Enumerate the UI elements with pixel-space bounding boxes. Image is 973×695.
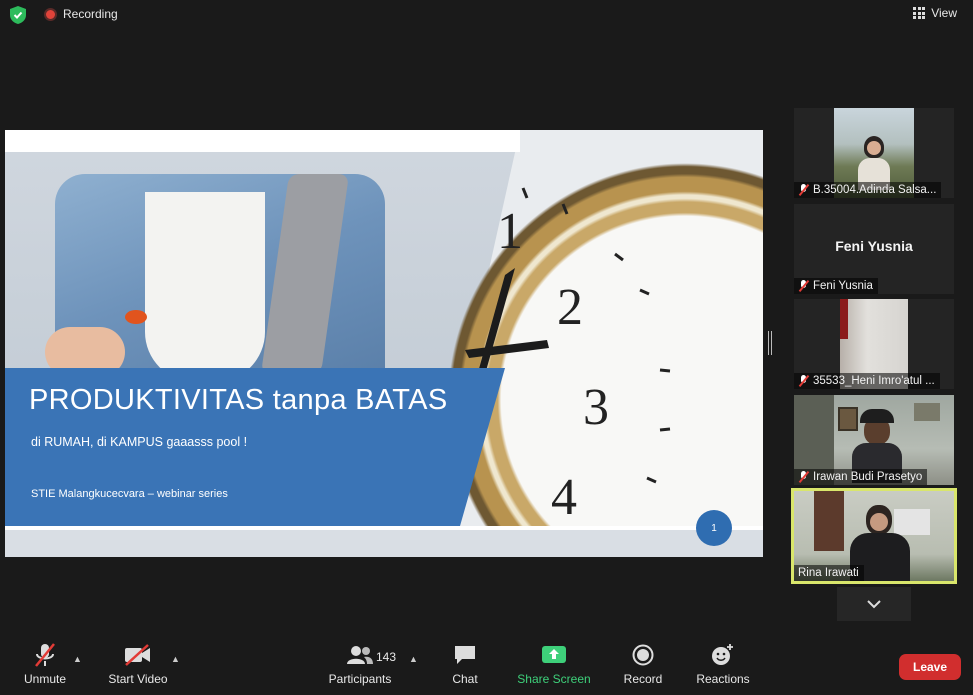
video-options-caret[interactable]: ▲ [171,654,180,664]
unmute-button[interactable]: Unmute [18,636,72,692]
participant-tile[interactable]: 35533_Heni Imro'atul ... [794,299,954,389]
reactions-smiley-icon [711,642,735,668]
start-video-button[interactable]: Start Video [104,636,172,692]
record-button[interactable]: Record [620,636,666,692]
participant-tile-active-speaker[interactable]: Rina Irawati [791,488,957,584]
participant-name: Rina Irawati [798,567,859,579]
slide-footer: STIE Malangkucecvara – webinar series [31,488,228,500]
start-video-label: Start Video [108,672,168,686]
clock-numeral-1: 1 [497,203,523,260]
participant-name: Feni Yusnia [813,280,873,292]
slide-page-number: 1 [696,510,732,546]
microphone-muted-icon [33,642,57,668]
grid-view-icon [913,7,926,19]
security-shield-icon[interactable] [10,6,26,24]
share-screen-icon [541,642,567,668]
chat-label: Chat [452,672,478,686]
mic-muted-icon [798,375,809,387]
participants-icon [346,642,374,668]
participant-name-tag: Irawan Budi Prasetyo [794,469,928,485]
slide-title: PRODUKTIVITAS tanpa BATAS [29,384,448,416]
reactions-button[interactable]: Reactions [694,636,752,692]
participant-name: 35533_Heni Imro'atul ... [813,375,935,387]
share-screen-label: Share Screen [517,672,591,686]
participant-display-name: Feni Yusnia [835,238,913,254]
participants-options-caret[interactable]: ▲ [409,654,418,664]
clock-numeral-2: 2 [557,279,583,336]
clock-face: 1 2 3 4 5 [435,150,763,557]
participant-tile[interactable]: Feni Yusnia Feni Yusnia [794,204,954,294]
meeting-toolbar: Unmute ▲ Start Video ▲ Participants 143 … [0,636,973,695]
chat-bubble-icon [453,642,477,668]
view-label: View [931,6,957,20]
participant-name: B.35004.Adinda Salsa... [813,184,937,196]
reactions-label: Reactions [696,672,750,686]
participant-tile[interactable]: B.35004.Adinda Salsa... [794,108,954,198]
view-button[interactable]: View [913,6,957,20]
unmute-label: Unmute [23,672,67,686]
participant-tile[interactable]: Irawan Budi Prasetyo [794,395,954,485]
record-icon [632,642,654,668]
clock-numeral-3: 3 [583,379,609,436]
participant-name: Irawan Budi Prasetyo [813,471,923,483]
clock-numeral-4: 4 [551,469,577,526]
video-camera-off-icon [124,642,152,668]
audio-options-caret[interactable]: ▲ [73,654,82,664]
shared-screen: 1 2 3 4 5 PRODUKTIVITAS tanpa BATAS di R… [5,130,763,557]
participant-name-tag: B.35004.Adinda Salsa... [794,182,942,198]
participants-count: 143 [376,650,397,664]
chat-button[interactable]: Chat [446,636,484,692]
participants-label: Participants [328,672,392,686]
participant-name-tag: 35533_Heni Imro'atul ... [794,373,940,389]
mic-muted-icon [798,184,809,196]
participant-name-tag: Rina Irawati [794,565,864,581]
scroll-participants-down-button[interactable] [837,587,911,621]
recording-indicator[interactable]: Recording [44,7,118,21]
record-label: Record [623,672,663,686]
participant-name-tag: Feni Yusnia [794,278,878,294]
leave-meeting-button[interactable]: Leave [899,654,961,680]
recording-icon [44,7,57,21]
mic-muted-icon [798,280,809,292]
share-screen-button[interactable]: Share Screen [516,636,592,692]
slide-top-strip [5,130,520,152]
participants-button[interactable]: Participants [326,636,394,692]
slide-subtitle: di RUMAH, di KAMPUS gaaasss pool ! [31,435,248,449]
mic-muted-icon [798,471,809,483]
recording-label: Recording [63,7,118,21]
chevron-down-icon [867,599,881,608]
slide-bottom-strip [5,530,763,557]
splitter-handle[interactable] [768,331,772,355]
